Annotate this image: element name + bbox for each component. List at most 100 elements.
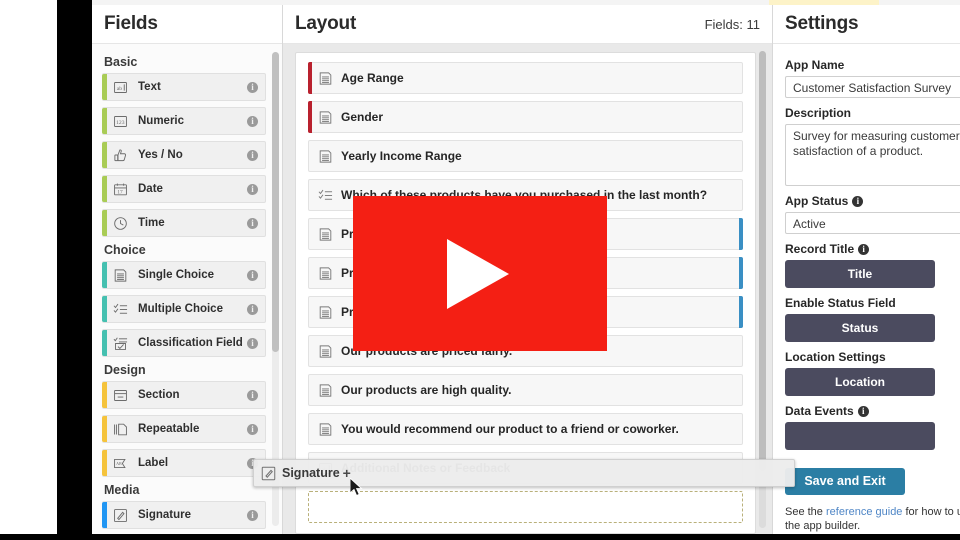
row-required-marker (308, 62, 312, 94)
signature-icon (254, 460, 282, 486)
field-item-label: Repeatable (138, 423, 200, 435)
field-item-label: Yes / No (138, 149, 183, 161)
data-events-button[interactable] (785, 422, 935, 450)
info-icon[interactable]: i (247, 423, 258, 435)
app-name-input[interactable]: Customer Satisfaction Survey (785, 76, 960, 98)
field-item-label: Text (138, 81, 161, 93)
footer-text-before: See the (785, 506, 826, 518)
letterbox-left-black (57, 0, 92, 540)
fields-scrollbar-thumb[interactable] (272, 52, 279, 352)
info-icon[interactable]: i (858, 243, 870, 255)
field-item-label: Time (138, 217, 165, 229)
form-field-row[interactable]: Yearly Income Range (308, 140, 743, 172)
field-item-signature[interactable]: Signature i (102, 501, 266, 529)
layout-panel-scrollbar[interactable] (759, 51, 766, 528)
field-item-single-choice[interactable]: Single Choice i (102, 261, 266, 289)
fields-panel-title: Fields (92, 5, 282, 44)
field-item-numeric[interactable]: 123 Numeric i (102, 107, 266, 135)
drop-zone-placeholder[interactable] (308, 491, 743, 523)
plus-icon: + (342, 465, 351, 481)
settings-panel-body: App Name Customer Satisfaction Survey De… (773, 44, 960, 534)
data-events-label-text: Data Events (785, 404, 854, 418)
info-icon[interactable]: i (247, 389, 258, 401)
record-title-button[interactable]: Title (785, 260, 935, 288)
info-icon[interactable]: i (247, 303, 258, 315)
field-item-multiple-choice[interactable]: Multiple Choice i (102, 295, 266, 323)
field-item-label: Section (138, 389, 180, 401)
field-item-date[interactable]: 17 Date i (102, 175, 266, 203)
fields-group-title-design: Design (104, 363, 146, 377)
save-and-exit-button[interactable]: Save and Exit (785, 468, 905, 495)
field-item-time[interactable]: Time i (102, 209, 266, 237)
single-choice-icon (309, 102, 341, 132)
drag-ghost-label: Signature + (282, 465, 351, 481)
settings-panel-title: Settings (773, 5, 960, 44)
info-icon[interactable]: i (247, 183, 258, 195)
svg-text:AB: AB (116, 460, 122, 465)
app-name-label: App Name (785, 58, 960, 72)
field-item-label: Multiple Choice (138, 303, 223, 315)
form-field-row[interactable]: Age Range (308, 62, 743, 94)
info-icon[interactable]: i (247, 149, 258, 161)
reference-guide-link[interactable]: reference guide (826, 506, 902, 518)
field-item-yes-no[interactable]: Yes / No i (102, 141, 266, 169)
single-choice-icon (309, 414, 341, 444)
field-item-section[interactable]: Section i (102, 381, 266, 409)
settings-footer-text: See the reference guide for how to use t… (785, 505, 960, 533)
field-item-label: Label (138, 457, 169, 469)
app-name-label-text: App Name (785, 58, 845, 72)
field-item-text[interactable]: ab Text i (102, 73, 266, 101)
numeric-field-icon: 123 (107, 108, 133, 134)
drag-ghost-signature[interactable]: Signature + (253, 459, 795, 487)
row-status-marker (739, 218, 743, 250)
row-status-marker (739, 257, 743, 289)
field-item-label: Signature (138, 509, 192, 521)
location-settings-label: Location Settings (785, 350, 960, 364)
row-required-marker (308, 101, 312, 133)
multiple-choice-icon (309, 180, 341, 210)
single-choice-icon (309, 141, 341, 171)
svg-text:ab: ab (116, 86, 121, 92)
video-play-button-overlay[interactable] (353, 196, 607, 351)
signature-icon (107, 502, 133, 528)
form-field-row[interactable]: You would recommend our product to a fri… (308, 413, 743, 445)
app-status-select[interactable]: Active (785, 212, 960, 234)
field-item-label: Numeric (138, 115, 185, 127)
letterbox-left-white (0, 0, 57, 540)
text-field-icon: ab (107, 74, 133, 100)
info-icon[interactable]: i (247, 269, 258, 281)
fields-panel-scrollbar[interactable] (272, 52, 279, 526)
description-textarea[interactable]: Survey for measuring customer satisfacti… (785, 124, 960, 186)
form-field-label: Yearly Income Range (341, 149, 462, 163)
app-status-label-text: App Status (785, 194, 849, 208)
info-icon[interactable]: i (247, 217, 258, 229)
section-icon (107, 382, 133, 408)
multiple-choice-icon (107, 296, 133, 322)
info-icon[interactable]: i (247, 337, 258, 349)
single-choice-icon (309, 336, 341, 366)
form-field-label: Age Range (341, 71, 404, 85)
field-item-label: Date (138, 183, 163, 195)
status-field-button[interactable]: Status (785, 314, 935, 342)
info-icon[interactable]: i (247, 115, 258, 127)
field-item-label[interactable]: ABLabeli (102, 449, 266, 477)
svg-text:123: 123 (116, 120, 125, 126)
fields-panel: Fields Basic ab Text i 123 Numeric i Yes / No i 1… (92, 5, 283, 534)
info-icon[interactable]: i (852, 195, 864, 207)
field-item-repeatable[interactable]: Repeatable i (102, 415, 266, 443)
field-item-classification-field[interactable]: Classification Field i (102, 329, 266, 357)
location-settings-button[interactable]: Location (785, 368, 935, 396)
info-icon[interactable]: i (247, 81, 258, 93)
info-icon[interactable]: i (247, 509, 258, 521)
form-field-row[interactable]: Gender (308, 101, 743, 133)
form-field-row[interactable]: Our products are high quality. (308, 374, 743, 406)
fields-group-title-choice: Choice (104, 243, 146, 257)
letterbox-bottom-black (0, 534, 960, 540)
layout-panel-title: Layout (295, 13, 357, 34)
info-icon[interactable]: i (857, 405, 869, 417)
fields-count-label: Fields: 11 (704, 16, 760, 32)
row-status-marker (739, 296, 743, 328)
layout-scrollbar-thumb[interactable] (759, 51, 766, 471)
single-choice-icon (309, 63, 341, 93)
play-triangle-icon (447, 239, 509, 309)
